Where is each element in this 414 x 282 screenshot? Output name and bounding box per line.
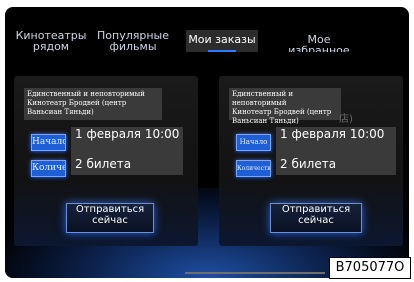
order-card-1: Единственный и неповторимый Кинотеатр Бр… xyxy=(14,76,198,246)
quantity-label: Количеств xyxy=(236,160,271,177)
quantity-value: 2 билета xyxy=(71,157,183,175)
figure-code: B705077O xyxy=(329,257,411,279)
order-title: Единственный и неповторимый Кинотеатр Бр… xyxy=(229,88,341,125)
start-label: Начало xyxy=(31,134,66,151)
quantity-label: Количе xyxy=(31,160,66,177)
start-label: Начало xyxy=(236,134,271,151)
order-title: Единственный и неповторимый Кинотеатр Бр… xyxy=(24,88,162,120)
order-card-2: Единственный и неповторимый Кинотеатр Бр… xyxy=(219,76,403,246)
quantity-value: 2 билета xyxy=(276,157,396,175)
tab-bar: Кинотеатры рядом Популярные фильмы Мои з… xyxy=(5,7,409,55)
tab-my-orders[interactable]: Мои заказы xyxy=(186,30,258,52)
tab-my-favorites[interactable]: Мое избранное xyxy=(276,30,362,52)
tab-popular-movies[interactable]: Популярные фильмы xyxy=(95,30,171,52)
go-now-button[interactable]: Отправиться сейчас xyxy=(270,203,362,233)
go-now-button[interactable]: Отправиться сейчас xyxy=(66,203,154,233)
scroll-indicator xyxy=(185,272,325,274)
infotainment-screen: Кинотеатры рядом Популярные фильмы Мои з… xyxy=(5,7,409,278)
active-tab-indicator xyxy=(208,50,236,52)
tab-cinemas-nearby[interactable]: Кинотеатры рядом xyxy=(11,30,91,52)
overlapping-text: 店) xyxy=(339,114,353,125)
